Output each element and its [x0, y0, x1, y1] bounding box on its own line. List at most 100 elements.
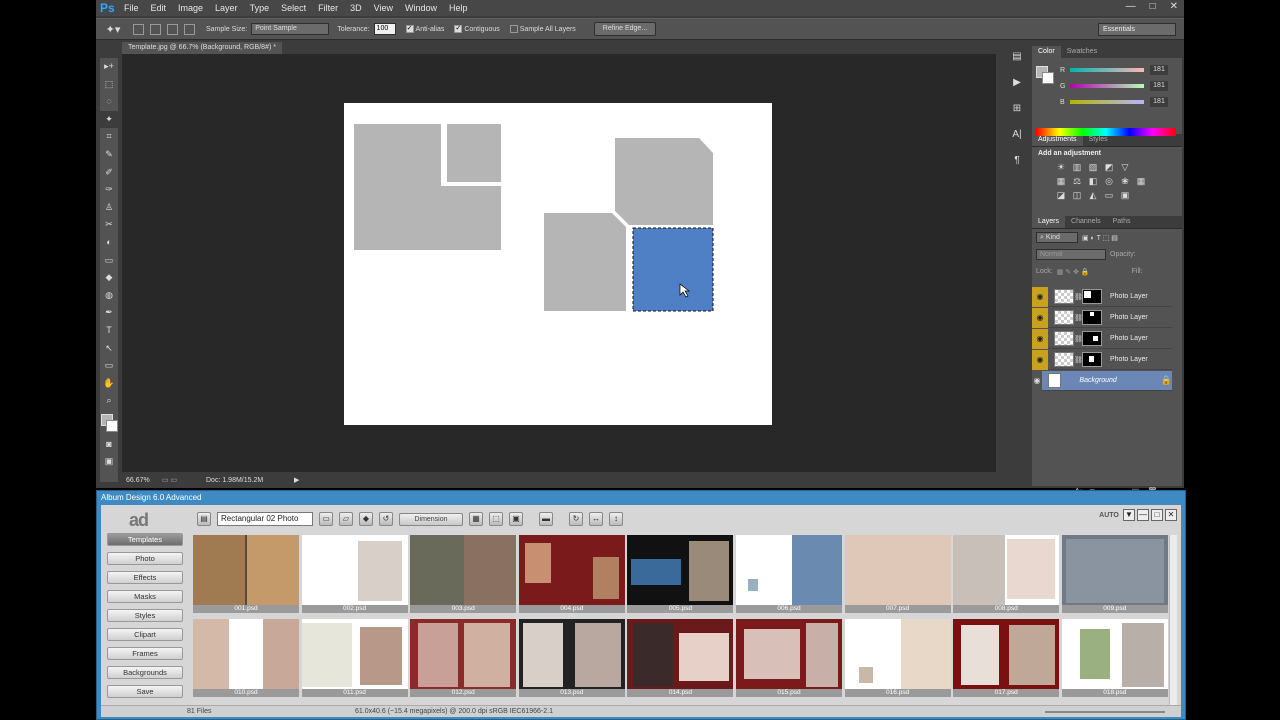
menu-filter[interactable]: Filter	[312, 0, 344, 16]
document-canvas[interactable]	[344, 103, 772, 425]
filter-icons[interactable]: ▣ ◐ T ⬚ ▤	[1082, 234, 1118, 242]
eraser-tool-icon[interactable]: ◐	[100, 234, 118, 252]
template-thumbnail[interactable]: 015.psd	[736, 619, 842, 699]
layer-row[interactable]: ◉ ⛓ Photo Layer	[1032, 349, 1172, 370]
rectangle-tool-icon[interactable]: ▭	[100, 357, 118, 375]
document-tab[interactable]: Template.jpg @ 66.7% (Background, RGB/8#…	[122, 42, 282, 54]
dropdown-icon[interactable]: ▼	[1123, 509, 1135, 521]
clone-stamp-tool-icon[interactable]: ♙	[100, 199, 118, 217]
menu-view[interactable]: View	[368, 0, 399, 16]
menu-edit[interactable]: Edit	[145, 0, 173, 16]
marquee-tool-icon[interactable]: ⬚	[100, 76, 118, 94]
channel-mixer-icon[interactable]: ❀	[1120, 176, 1130, 186]
color-lookup-icon[interactable]: ▦	[1136, 176, 1146, 186]
layer-mask-thumbnail[interactable]	[1082, 352, 1102, 367]
template-thumbnail[interactable]: 014.psd	[627, 619, 734, 699]
brush-tool-icon[interactable]: ✑	[100, 181, 118, 199]
magic-wand-tool-icon[interactable]: ✦	[100, 110, 118, 129]
canvas-area[interactable]	[122, 54, 996, 472]
green-slider[interactable]	[1070, 84, 1144, 88]
template-thumbnail[interactable]: 017.psd	[953, 619, 1060, 699]
flip-horizontal-icon[interactable]: ↔	[589, 512, 603, 526]
template-thumbnail[interactable]: 010.psd	[193, 619, 299, 699]
gradient-map-icon[interactable]: ▭	[1104, 190, 1114, 200]
selective-color-icon[interactable]: ▣	[1120, 190, 1130, 200]
blur-tool-icon[interactable]: ◆	[100, 269, 118, 287]
sample-size-select[interactable]: Point Sample	[251, 23, 330, 35]
rotate-icon[interactable]: ↻	[569, 512, 583, 526]
color-spectrum-bar[interactable]	[1036, 128, 1176, 136]
template-thumbnail[interactable]: 001.psd	[193, 535, 299, 615]
template-thumbnail[interactable]: 008.psd	[953, 535, 1060, 615]
photo-filter-icon[interactable]: ◎	[1104, 176, 1114, 186]
dodge-tool-icon[interactable]: ◍	[100, 287, 118, 305]
actions-icon[interactable]: ▶	[1006, 70, 1028, 96]
layer-mask-thumbnail[interactable]	[1082, 289, 1102, 304]
layout-icon[interactable]: ▤	[197, 512, 211, 526]
film-icon[interactable]: ▬	[539, 512, 553, 526]
crop-tool-icon[interactable]: ⌗	[100, 128, 118, 146]
blend-mode-select[interactable]: Normal	[1036, 249, 1106, 260]
status-menu-arrow-icon[interactable]: ▶	[294, 476, 299, 484]
layer-name[interactable]: Photo Layer	[1110, 293, 1148, 300]
blue-slider[interactable]	[1070, 100, 1144, 104]
layer-row-background[interactable]: ◉ Background 🔒	[1032, 370, 1172, 391]
refresh-icon[interactable]: ↺	[379, 512, 393, 526]
tab-channels[interactable]: Channels	[1065, 216, 1107, 228]
zoom-tool-icon[interactable]: ⌕	[100, 392, 118, 410]
auto-button[interactable]: AUTO	[1093, 509, 1125, 523]
layer-name[interactable]: Photo Layer	[1110, 314, 1148, 321]
red-slider[interactable]	[1070, 68, 1144, 72]
template-thumbnail[interactable]: 007.psd	[844, 535, 951, 615]
type-tool-icon[interactable]: T	[100, 322, 118, 340]
dimension-button[interactable]: Dimension	[399, 512, 463, 526]
history-brush-tool-icon[interactable]: ✂	[100, 216, 118, 234]
hand-tool-icon[interactable]: ✋	[100, 375, 118, 393]
select-icon[interactable]: ⬚	[489, 512, 503, 526]
flip-vertical-icon[interactable]: ↕	[609, 512, 623, 526]
color-swatches[interactable]	[100, 410, 118, 436]
maximize-icon[interactable]: □	[1150, 0, 1156, 14]
workspace-select[interactable]: Essentials	[1098, 23, 1176, 36]
template-thumbnail[interactable]: 016.psd	[844, 619, 951, 699]
eye-icon[interactable]: ◉	[1032, 286, 1048, 307]
properties-icon[interactable]: ⊞	[1006, 96, 1028, 122]
refine-edge-button[interactable]: Refine Edge...	[593, 22, 657, 36]
tab-layers[interactable]: Layers	[1032, 216, 1066, 228]
background-swatch[interactable]	[1042, 72, 1054, 84]
template-thumbnail[interactable]: 011.psd	[301, 619, 408, 699]
status-icon[interactable]: ▭ ▭	[162, 476, 206, 484]
screen-mode-icon[interactable]: ▣	[100, 453, 118, 471]
layer-kind-select[interactable]: ⌕ Kind	[1036, 232, 1078, 243]
new-folder-icon[interactable]: ▭	[319, 512, 333, 526]
tolerance-input[interactable]: 100	[373, 23, 396, 35]
menu-image[interactable]: Image	[172, 0, 209, 16]
new-selection-icon[interactable]	[133, 23, 144, 35]
pen-tool-icon[interactable]: ✒	[100, 304, 118, 322]
minimize-icon[interactable]: —	[1137, 509, 1149, 521]
layer-row[interactable]: ◉ ⛓ Photo Layer	[1032, 286, 1172, 307]
template-thumbnail[interactable]: 002.psd	[301, 535, 408, 615]
close-icon[interactable]: ✕	[1170, 0, 1178, 14]
template-thumbnail[interactable]: 005.psd	[627, 535, 734, 615]
fg-bg-color-picker[interactable]	[1036, 66, 1054, 84]
tab-color[interactable]: Color	[1032, 46, 1061, 58]
photo-fill-icon[interactable]: ▣	[509, 512, 523, 526]
background-color-swatch[interactable]	[106, 419, 118, 432]
threshold-icon[interactable]: ◭	[1088, 190, 1098, 200]
template-thumbnail[interactable]: 004.psd	[518, 535, 625, 615]
posterize-icon[interactable]: ◫	[1072, 190, 1082, 200]
green-value[interactable]: 181	[1150, 81, 1168, 91]
red-value[interactable]: 181	[1150, 65, 1168, 75]
eye-icon[interactable]: ◉	[1032, 370, 1043, 391]
template-grid-scrollbar[interactable]	[1169, 535, 1177, 707]
open-folder-icon[interactable]: ▱	[339, 512, 353, 526]
sidebar-masks-button[interactable]: Masks	[107, 590, 183, 603]
gradient-tool-icon[interactable]: ▭	[100, 252, 118, 270]
intersect-selection-icon[interactable]	[184, 23, 195, 35]
healing-brush-tool-icon[interactable]: ✐	[100, 164, 118, 182]
layer-name[interactable]: Background	[1079, 377, 1116, 384]
add-selection-icon[interactable]	[150, 23, 161, 35]
eye-icon[interactable]: ◉	[1032, 307, 1048, 328]
menu-file[interactable]: File	[118, 0, 145, 16]
